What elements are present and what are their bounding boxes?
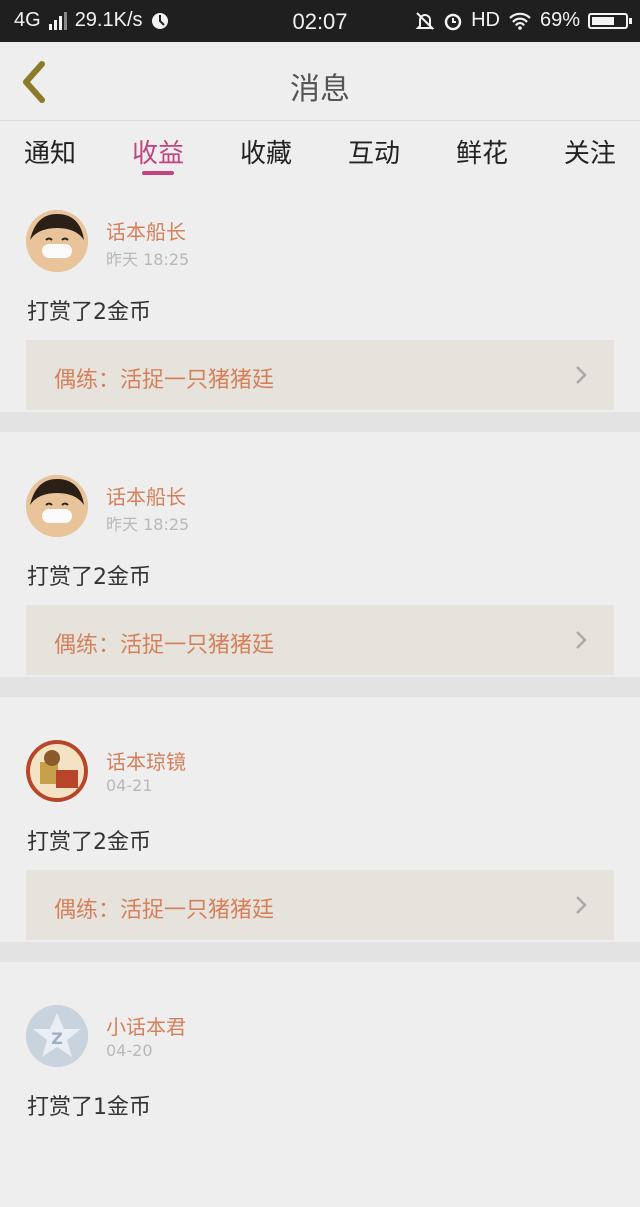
tab-interactions[interactable]: 互动	[348, 121, 400, 181]
message-time: 昨天 18:25	[106, 515, 190, 534]
message-text: 打赏了2金币	[27, 830, 151, 855]
avatar[interactable]	[26, 210, 88, 272]
divider	[0, 677, 640, 697]
avatar[interactable]: Z	[26, 1005, 88, 1067]
status-bar: 4G 29.1K/s 02:07 HD 69%	[0, 0, 640, 42]
status-right: HD 69%	[415, 9, 632, 32]
chevron-right-icon	[576, 366, 587, 384]
work-title: 偶练：活捉一只猪猪廷	[54, 898, 275, 923]
username[interactable]: 话本船长	[106, 216, 186, 245]
message-time: 04-20	[106, 1041, 153, 1060]
tab-earnings[interactable]: 收益	[132, 121, 184, 181]
tab-bar: 通知 收益 收藏 互动 鲜花 关注	[0, 121, 640, 181]
work-link[interactable]: 偶练：活捉一只猪猪廷	[26, 605, 614, 675]
wifi-icon	[509, 12, 531, 30]
list-item: Z 小话本君 04-20 打赏了1金币	[0, 977, 640, 1207]
message-text: 打赏了1金币	[27, 1095, 151, 1120]
tab-notifications[interactable]: 通知	[24, 121, 76, 181]
avatar-image	[26, 475, 88, 537]
divider	[0, 942, 640, 962]
chevron-right-icon	[576, 631, 587, 649]
tab-flowers[interactable]: 鲜花	[456, 121, 508, 181]
message-text: 打赏了2金币	[27, 300, 151, 325]
work-link[interactable]: 偶练：活捉一只猪猪廷	[26, 870, 614, 940]
username[interactable]: 小话本君	[106, 1011, 186, 1040]
work-title: 偶练：活捉一只猪猪廷	[54, 368, 275, 393]
message-text: 打赏了2金币	[27, 565, 151, 590]
work-title: 偶练：活捉一只猪猪廷	[54, 633, 275, 658]
page-title: 消息	[290, 72, 350, 107]
app-header: 消息	[0, 42, 640, 121]
hd-indicator: HD	[471, 9, 500, 31]
avatar[interactable]	[26, 475, 88, 537]
battery-percent: 69%	[539, 9, 580, 31]
alarm-icon	[444, 13, 462, 30]
message-time: 昨天 18:25	[106, 250, 190, 269]
chevron-right-icon	[576, 896, 587, 914]
message-list: 话本船长 昨天 18:25 打赏了2金币 偶练：活捉一只猪猪廷 话本船长 昨天 …	[0, 182, 640, 1207]
avatar-image	[26, 210, 88, 272]
avatar-image	[26, 740, 88, 802]
list-item: 话本船长 昨天 18:25 打赏了2金币 偶练：活捉一只猪猪廷	[0, 182, 640, 412]
list-item: 话本船长 昨天 18:25 打赏了2金币 偶练：活捉一只猪猪廷	[0, 447, 640, 677]
message-time: 04-21	[106, 776, 153, 795]
avatar[interactable]	[26, 740, 88, 802]
svg-text:Z: Z	[51, 1029, 63, 1048]
tab-favorites[interactable]: 收藏	[240, 121, 292, 181]
battery-level	[592, 16, 615, 25]
username[interactable]: 话本琼镜	[106, 746, 186, 775]
username[interactable]: 话本船长	[106, 481, 186, 510]
mute-bell-icon	[415, 11, 435, 30]
battery-icon	[588, 12, 632, 29]
avatar-image: Z	[26, 1005, 88, 1067]
list-item: 话本琼镜 04-21 打赏了2金币 偶练：活捉一只猪猪廷	[0, 712, 640, 942]
tab-following[interactable]: 关注	[564, 121, 616, 181]
work-link[interactable]: 偶练：活捉一只猪猪廷	[26, 340, 614, 410]
divider	[0, 412, 640, 432]
